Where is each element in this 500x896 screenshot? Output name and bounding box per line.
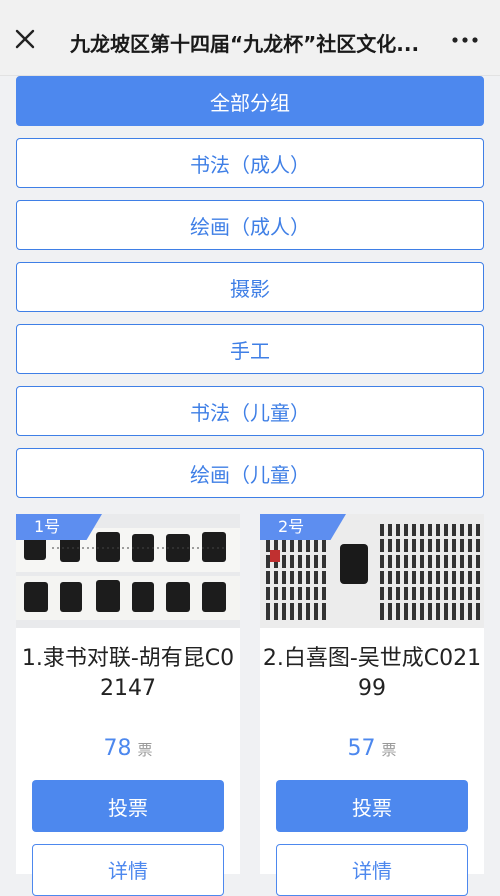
page-title: 九龙坡区第十四届“九龙杯”社区文化... [70, 32, 420, 56]
group-all-button[interactable]: 全部分组 [16, 76, 484, 126]
entry-title[interactable]: 2.白喜图-吴世成C02199 [260, 644, 484, 704]
detail-button[interactable]: 详情 [32, 844, 224, 896]
top-bar: 九龙坡区第十四届“九龙杯”社区文化... [0, 0, 500, 76]
entry-image[interactable]: 1号 [16, 514, 240, 628]
entry-card: 1号 1.隶书对联-胡有昆C02147 78 票 投票 详情 [16, 514, 240, 896]
vote-count: 57 票 [260, 736, 484, 761]
entry-title[interactable]: 1.隶书对联-胡有昆C02147 [16, 644, 240, 704]
group-painting-child-button[interactable]: 绘画（儿童） [16, 448, 484, 498]
entry-card: 2号 2.白喜图-吴世成C02199 57 票 投票 详情 [260, 514, 484, 896]
vote-number: 78 [103, 736, 132, 761]
vote-count: 78 票 [16, 736, 240, 761]
more-horizontal-icon[interactable] [450, 30, 480, 50]
group-photography-button[interactable]: 摄影 [16, 262, 484, 312]
close-icon[interactable] [12, 26, 40, 54]
entry-image[interactable]: 2号 [260, 514, 484, 628]
vote-unit: 票 [381, 741, 397, 759]
vote-number: 57 [347, 736, 376, 761]
detail-button[interactable]: 详情 [276, 844, 468, 896]
group-handcraft-button[interactable]: 手工 [16, 324, 484, 374]
group-calligraphy-adult-button[interactable]: 书法（成人） [16, 138, 484, 188]
vote-button[interactable]: 投票 [32, 780, 224, 832]
group-painting-adult-button[interactable]: 绘画（成人） [16, 200, 484, 250]
vote-unit: 票 [137, 741, 153, 759]
vote-button[interactable]: 投票 [276, 780, 468, 832]
group-calligraphy-child-button[interactable]: 书法（儿童） [16, 386, 484, 436]
